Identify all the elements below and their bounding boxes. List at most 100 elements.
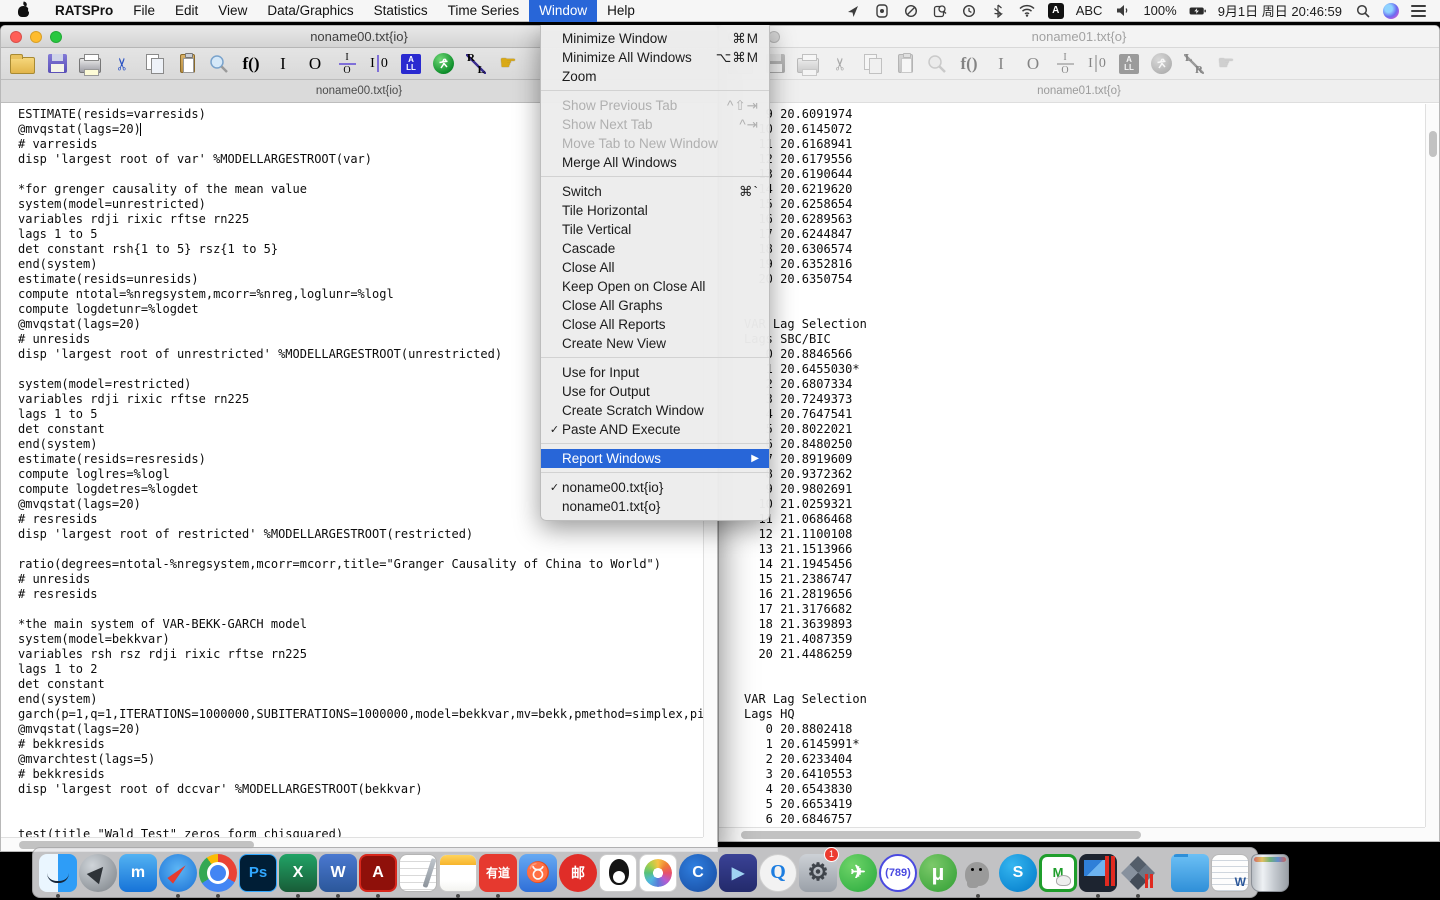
output-window-button[interactable]: O xyxy=(1023,51,1043,77)
spotlight-icon[interactable] xyxy=(1354,2,1371,19)
menu-item-tile-vertical[interactable]: Tile Vertical xyxy=(541,220,769,239)
menu-help[interactable]: Help xyxy=(597,0,645,22)
menu-time-series[interactable]: Time Series xyxy=(438,0,530,22)
execute-button[interactable]: ☛ xyxy=(498,51,518,77)
input-source-label[interactable]: ABC xyxy=(1076,3,1103,18)
menu-item-close-all-graphs[interactable]: Close All Graphs xyxy=(541,296,769,315)
print-button[interactable] xyxy=(79,51,101,77)
dock-item-photos[interactable] xyxy=(639,849,677,897)
menu-item-report-windows[interactable]: Report Windows▶ xyxy=(541,449,769,468)
siri-icon[interactable] xyxy=(1383,3,1399,19)
print-button[interactable] xyxy=(797,51,819,77)
battery-icon[interactable] xyxy=(1189,2,1206,19)
menu-item-create-new-view[interactable]: Create New View xyxy=(541,334,769,353)
dock-item-photoshop[interactable]: Ps xyxy=(239,849,277,897)
dock-item-textedit[interactable] xyxy=(399,849,437,897)
scroll-thumb[interactable] xyxy=(1429,131,1437,157)
menu-item-use-for-input[interactable]: Use for Input xyxy=(541,363,769,382)
lock-icon[interactable] xyxy=(874,2,891,19)
dock-item-mail163[interactable]: 邮 xyxy=(559,849,597,897)
dock-item-utorrent[interactable]: µ xyxy=(919,849,957,897)
menu-item-cascade[interactable]: Cascade xyxy=(541,239,769,258)
app-menu-ratspro[interactable]: RATSPro xyxy=(45,0,123,22)
cut-button[interactable]: ✂ xyxy=(828,54,854,74)
close-button[interactable] xyxy=(10,31,22,43)
right-output[interactable]: 9 20.6091974 10 20.6145072 11 20.6168941… xyxy=(719,104,1425,827)
input-source-icon[interactable]: A xyxy=(1048,3,1064,19)
dock-item-skype[interactable]: S xyxy=(999,849,1037,897)
dock-item-finder[interactable] xyxy=(39,849,77,897)
run-button[interactable] xyxy=(1151,51,1172,77)
select-all-button[interactable]: ALL xyxy=(401,51,421,77)
menu-edit[interactable]: Edit xyxy=(165,0,208,22)
scroll-thumb[interactable] xyxy=(741,831,1141,839)
menu-item-zoom[interactable]: Zoom xyxy=(541,67,769,86)
menu-item-create-scratch-window[interactable]: Create Scratch Window xyxy=(541,401,769,420)
do-not-disturb-icon[interactable] xyxy=(903,2,920,19)
input-window-button[interactable]: I xyxy=(273,51,293,77)
dock-item-launchpad[interactable] xyxy=(79,849,117,897)
dock-item-prefs[interactable]: ⚙1 xyxy=(799,849,837,897)
execute-button[interactable]: ☛ xyxy=(1216,51,1236,77)
volume-icon[interactable] xyxy=(1114,2,1131,19)
ratio-button[interactable]: LR xyxy=(1184,51,1204,77)
dock-item-youdao[interactable]: 有道 xyxy=(479,849,517,897)
dock-item-trash[interactable] xyxy=(1251,849,1289,897)
dock-item-acrobat[interactable]: A xyxy=(359,849,397,897)
dock-item-maxthon[interactable]: m xyxy=(119,849,157,897)
menu-data-graphics[interactable]: Data/Graphics xyxy=(257,0,363,22)
dock-item-word[interactable]: W xyxy=(319,849,357,897)
copy-button[interactable] xyxy=(863,51,883,77)
menu-item-noname01-txt-o-[interactable]: noname01.txt{o} xyxy=(541,497,769,516)
right-title-bar[interactable]: noname01.txt{o} xyxy=(719,26,1439,48)
dock-item-downloads[interactable] xyxy=(1171,849,1209,897)
notification-center-icon[interactable] xyxy=(1411,5,1426,17)
menu-item-keep-open-on-close-all[interactable]: Keep Open on Close All xyxy=(541,277,769,296)
loupe-icon[interactable] xyxy=(932,2,949,19)
location-icon[interactable] xyxy=(845,2,862,19)
menu-view[interactable]: View xyxy=(208,0,257,22)
copy-button[interactable] xyxy=(145,51,165,77)
ratio-button[interactable]: RL xyxy=(466,51,486,77)
dock-item-sevenbc[interactable]: (789) xyxy=(879,849,917,897)
menu-window[interactable]: Window xyxy=(529,0,597,22)
io-side-button[interactable]: I0 xyxy=(1087,51,1107,77)
dock-item-mouse[interactable]: M xyxy=(1039,849,1077,897)
wifi-icon[interactable] xyxy=(1019,2,1036,19)
cut-button[interactable]: ✂ xyxy=(110,54,136,74)
select-all-button[interactable]: ALL xyxy=(1119,51,1139,77)
menu-item-minimize-all-windows[interactable]: Minimize All Windows⌥⌘M xyxy=(541,48,769,67)
dock-item-excel[interactable]: X xyxy=(279,849,317,897)
minimize-button[interactable] xyxy=(30,31,42,43)
menu-item-use-for-output[interactable]: Use for Output xyxy=(541,382,769,401)
right-horizontal-scrollbar[interactable] xyxy=(719,827,1425,841)
run-button[interactable] xyxy=(433,51,454,77)
menu-item-switch[interactable]: Switch⌘` xyxy=(541,182,769,201)
dock-item-qq[interactable] xyxy=(599,849,637,897)
io-side-button[interactable]: I0 xyxy=(369,51,389,77)
clock-label[interactable]: 9月1日 周日 20:46:59 xyxy=(1218,1,1342,20)
search-button[interactable] xyxy=(927,51,947,77)
menu-item-merge-all-windows[interactable]: Merge All Windows xyxy=(541,153,769,172)
menu-item-minimize-window[interactable]: Minimize Window⌘M xyxy=(541,29,769,48)
io-split-button[interactable]: IO xyxy=(337,51,357,77)
apple-menu-icon[interactable] xyxy=(18,4,31,17)
menu-item-noname00-txt-io-[interactable]: ✓noname00.txt{io} xyxy=(541,478,769,497)
dock-item-greenplane[interactable]: ✈ xyxy=(839,849,877,897)
dock-item-worddoc[interactable]: W xyxy=(1211,849,1249,897)
dock-item-caj[interactable]: C xyxy=(679,849,717,897)
bluetooth-icon[interactable] xyxy=(990,2,1007,19)
search-button[interactable] xyxy=(209,51,229,77)
input-window-button[interactable]: I xyxy=(991,51,1011,77)
menu-item-tile-horizontal[interactable]: Tile Horizontal xyxy=(541,201,769,220)
dock-item-parallels2[interactable] xyxy=(1119,849,1157,897)
zoom-button[interactable] xyxy=(50,31,62,43)
time-machine-icon[interactable] xyxy=(961,2,978,19)
tab-noname01[interactable]: noname01.txt{o} xyxy=(1037,85,1121,97)
output-window-button[interactable]: O xyxy=(305,51,325,77)
io-split-button[interactable]: IO xyxy=(1055,51,1075,77)
menu-item-paste-and-execute[interactable]: ✓Paste AND Execute xyxy=(541,420,769,439)
dock-item-safari[interactable] xyxy=(159,849,197,897)
dock-item-quicktime[interactable]: Q xyxy=(759,849,797,897)
function-wizard-button[interactable]: f() xyxy=(959,51,979,77)
